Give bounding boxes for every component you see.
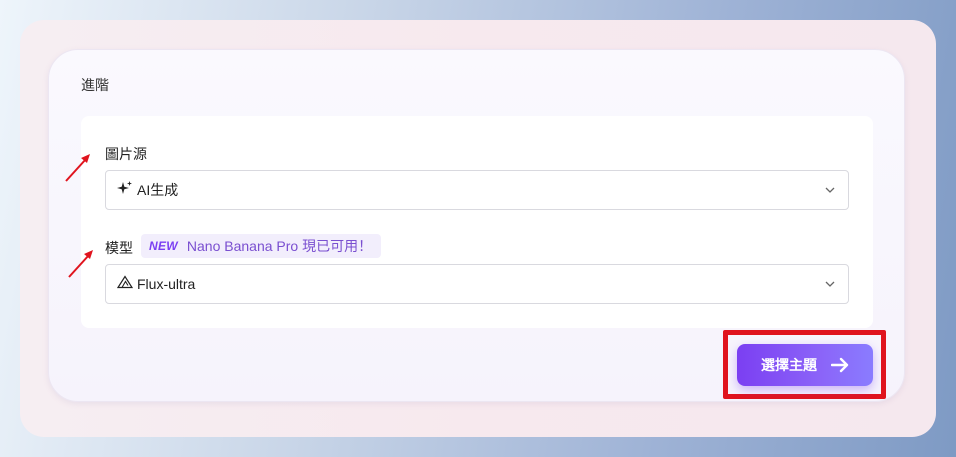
section-title: 進階	[81, 77, 109, 93]
model-select[interactable]: Flux-ultra	[105, 264, 849, 304]
sparkle-icon	[117, 180, 133, 201]
choose-theme-button[interactable]: 選擇主題	[737, 344, 873, 386]
chevron-down-icon	[825, 187, 835, 193]
image-source-select[interactable]: AI生成	[105, 170, 849, 210]
new-model-message: Nano Banana Pro 現已可用！	[186, 238, 373, 254]
arrow-right-icon	[831, 357, 849, 373]
image-source-value: AI生成	[137, 182, 179, 198]
choose-theme-label: 選擇主題	[761, 357, 817, 373]
new-model-badge: NEW Nano Banana Pro 現已可用！	[141, 234, 382, 258]
annotation-arrow-icon	[65, 154, 90, 182]
chevron-down-icon	[825, 281, 835, 287]
image-source-label: 圖片源	[105, 146, 147, 162]
annotation-arrow-icon	[68, 250, 93, 278]
flux-triangle-icon	[116, 274, 134, 294]
model-value: Flux-ultra	[137, 276, 196, 292]
model-label: 模型	[105, 240, 133, 256]
new-tag: NEW	[149, 239, 178, 253]
